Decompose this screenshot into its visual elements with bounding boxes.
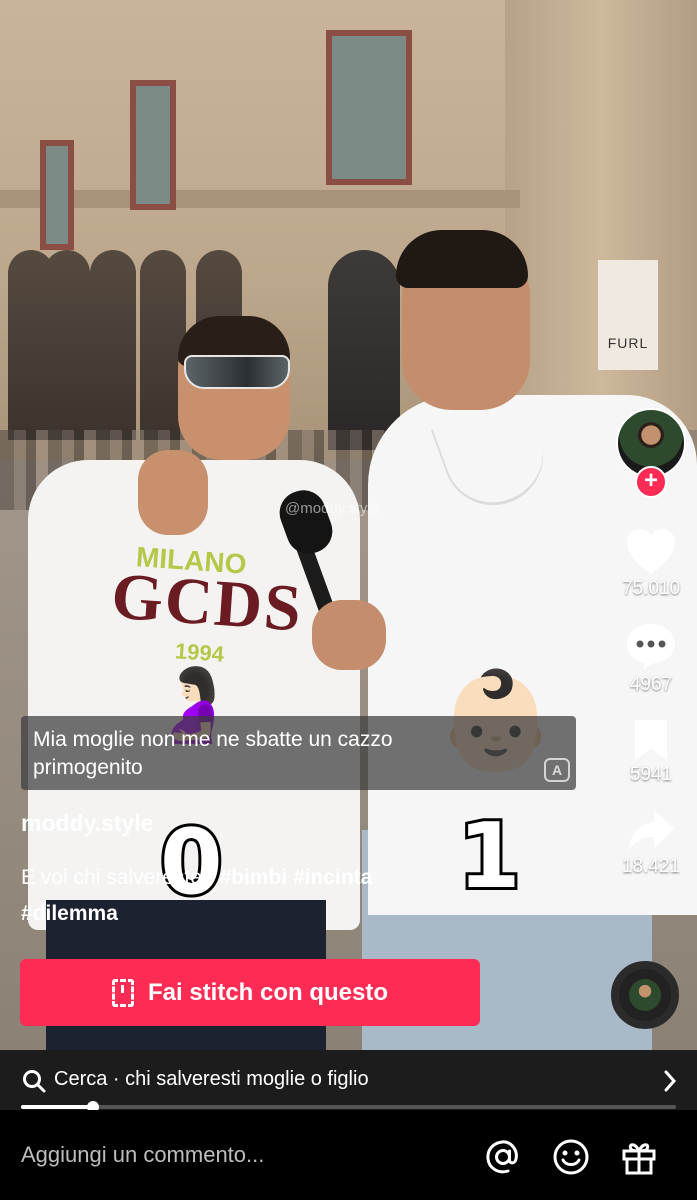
video-watermark: @moddy.style [285,500,380,517]
comment-icon[interactable] [625,622,677,672]
creator-avatar[interactable]: + [613,408,689,498]
like-button[interactable]: 75.010 [613,528,689,600]
follow-plus-icon[interactable]: + [635,466,667,498]
chevron-right-icon [664,1070,677,1092]
related-search-text: Cerca · chi salveresti moglie o figlio [54,1068,369,1090]
building-window [130,80,176,210]
translate-icon[interactable]: A [544,758,570,782]
person-right-hair [396,230,528,288]
share-count: 18.421 [621,856,681,877]
author-username[interactable]: moddy.style [21,810,154,837]
bookmark-icon[interactable] [631,718,671,762]
comment-button[interactable]: 4967 [613,622,689,696]
action-rail: + 75.010 4967 5941 18.421 [613,408,689,878]
hashtag[interactable]: #incinta [293,866,372,889]
search-icon [23,1070,46,1093]
progress-fill [21,1105,94,1109]
gift-icon[interactable] [620,1138,658,1176]
sunglasses [184,355,290,389]
building-cornice [0,190,520,208]
save-count: 5941 [629,764,673,785]
caption-line-1: Mia moglie non me ne sbatte un cazzo [33,728,393,751]
share-button[interactable]: 18.421 [613,808,689,878]
building-arch [90,250,136,440]
post-description: E voi chi salvereste? #bimbi #incinta #d… [21,860,481,932]
person-left-hand [138,450,208,535]
comment-bar: Aggiungi un commento... [0,1110,697,1200]
hashtag[interactable]: #bimbi [219,866,287,889]
like-count: 75.010 [621,578,681,599]
building-arch [328,250,400,450]
music-disc-avatar [629,979,661,1011]
stitch-icon [111,978,134,1007]
stitch-label: Fai stitch con questo [147,978,389,1006]
comment-count: 4967 [629,674,673,695]
building-window [326,30,412,185]
description-text: E voi chi salvereste? [21,866,214,889]
mention-icon[interactable] [484,1138,522,1176]
playback-progress[interactable] [21,1101,676,1113]
store-sign: FURL [598,260,658,370]
heart-icon[interactable] [625,528,677,576]
stitch-button[interactable]: Fai stitch con questo [20,959,480,1026]
share-arrow-icon[interactable] [626,808,676,854]
caption-box: Mia moglie non me ne sbatte un cazzo pri… [21,716,576,790]
save-button[interactable]: 5941 [613,718,689,786]
music-disc[interactable] [611,961,679,1029]
caption-line-2: primogenito [33,756,143,779]
person-right-hand [312,600,386,670]
comment-input[interactable]: Aggiungi un commento... [21,1142,264,1168]
emoji-icon[interactable] [552,1138,590,1176]
related-search-bar[interactable]: Cerca · chi salveresti moglie o figlio [0,1050,697,1110]
building-window [40,140,74,250]
building-arch [44,250,90,440]
hashtag[interactable]: #dilemma [21,902,118,925]
